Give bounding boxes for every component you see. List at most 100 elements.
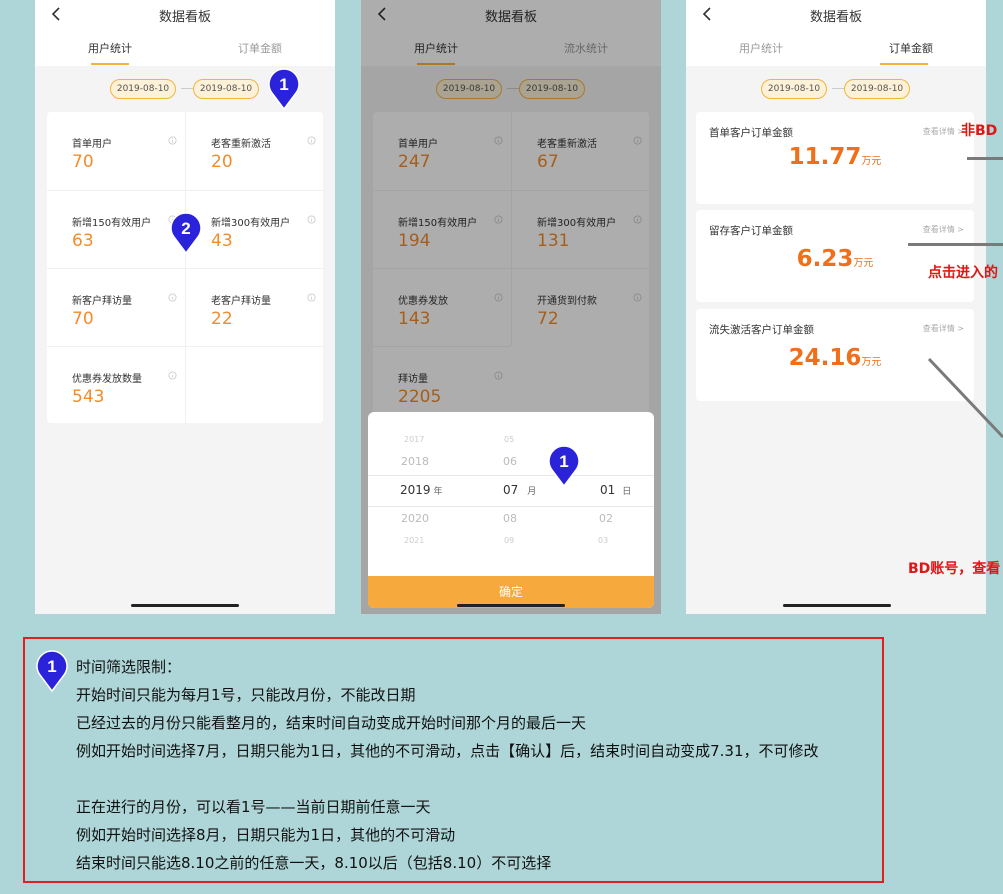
- metric-cell: 新增150有效用户 63: [47, 190, 185, 268]
- picker-day-option[interactable]: 03: [598, 536, 608, 545]
- metric-cell: 老客户拜访量 22: [185, 268, 323, 346]
- metric-value: 70: [72, 152, 94, 172]
- metric-cell: 优惠券发放数量 543: [47, 346, 185, 424]
- date-picker-sheet: 2017 2018 2019 年 2020 2021 05 06 07 月 08 0…: [368, 412, 654, 608]
- picker-year-unit: 年: [433, 487, 443, 497]
- metric-cell: 首单用户 70: [47, 112, 185, 190]
- home-indicator: [457, 604, 565, 607]
- annotation-label: 点击进入的: [928, 265, 998, 281]
- metric-label: 老客户拜访量: [211, 296, 271, 307]
- picker-month-selected[interactable]: 07 月: [503, 483, 536, 497]
- amount-unit: 万元: [861, 156, 882, 167]
- amount-value: 24.16: [788, 345, 862, 371]
- tab-user-stats[interactable]: 用户统计: [686, 40, 836, 56]
- amount-value: 6.23: [796, 246, 854, 272]
- svg-text:2: 2: [181, 219, 190, 238]
- card-amount: 11.77万元: [696, 144, 974, 170]
- annotation-connector-line: [908, 243, 1003, 246]
- metric-value: 543: [72, 387, 105, 407]
- metric-value: 70: [72, 309, 94, 329]
- view-details-link[interactable]: 查看详情 >: [923, 323, 964, 334]
- info-icon[interactable]: [307, 293, 316, 302]
- picker-month-option[interactable]: 08: [503, 512, 517, 525]
- end-date-pill[interactable]: 2019-08-10: [193, 79, 259, 99]
- tab-user-stats[interactable]: 用户统计: [35, 40, 185, 56]
- picker-selection-line: [368, 475, 654, 476]
- metric-grid: 首单用户 70 老客重新激活 20 新增150有效用户 63 新增300有效用户…: [47, 112, 323, 424]
- note-line: 结束时间只能选8.10之前的任意一天，8.10以后（包括8.10）不可选择: [76, 854, 552, 872]
- picker-selection-line: [368, 506, 654, 507]
- annotation-label: BD账号，查看: [908, 561, 1001, 577]
- page-title: 数据看板: [809, 10, 862, 25]
- start-date-pill[interactable]: 2019-08-10: [761, 79, 827, 99]
- tab-bar: 用户统计 订单金额: [35, 28, 335, 66]
- picker-year-option[interactable]: 2021: [404, 536, 424, 545]
- nav-bar: 数据看板: [35, 0, 335, 28]
- active-tab-underline: [880, 63, 928, 65]
- picker-month-value: 07: [503, 483, 519, 497]
- tab-bar: 用户统计 订单金额: [686, 28, 986, 66]
- tab-order-amount[interactable]: 订单金额: [836, 40, 986, 56]
- note-line: 开始时间只能为每月1号，只能改月份，不能改日期: [76, 686, 416, 704]
- amount-value: 11.77: [788, 144, 862, 170]
- picker-day-selected[interactable]: 01 日: [600, 483, 631, 497]
- amount-unit: 万元: [861, 357, 882, 368]
- numbered-marker-icon: 1: [268, 68, 300, 110]
- picker-day-unit: 日: [622, 487, 632, 497]
- metric-cell: 新增300有效用户 43: [185, 190, 323, 268]
- start-date-pill[interactable]: 2019-08-10: [110, 79, 176, 99]
- picker-year-option[interactable]: 2018: [401, 455, 429, 468]
- info-icon[interactable]: [168, 136, 177, 145]
- picker-year-option[interactable]: 2020: [401, 512, 429, 525]
- annotation-label: 非BD: [961, 123, 998, 139]
- date-separator: [181, 88, 193, 89]
- picker-year-selected[interactable]: 2019 年: [400, 483, 443, 497]
- metric-value: 20: [211, 152, 233, 172]
- note-line: 例如开始时间选择7月，日期只能为1日，其他的不可滑动，点击【确认】后，结束时间自…: [76, 742, 819, 760]
- date-separator: [832, 88, 844, 89]
- picker-month-unit: 月: [527, 487, 537, 497]
- screen-date-picker: 数据看板 用户统计 流水统计 2019-08-10 2019-08-10 首单用…: [361, 0, 661, 614]
- picker-day-value: 01: [600, 483, 616, 497]
- amount-unit: 万元: [853, 258, 874, 269]
- picker-month-option[interactable]: 05: [504, 435, 514, 444]
- nav-bar: 数据看板: [686, 0, 986, 28]
- picker-year-option[interactable]: 2017: [404, 435, 424, 444]
- numbered-marker-icon: 2: [170, 212, 202, 254]
- card-title: 首单客户订单金额: [709, 127, 793, 139]
- info-icon[interactable]: [307, 136, 316, 145]
- metric-label: 新客户拜访量: [72, 296, 132, 307]
- requirements-note-box: 1 时间筛选限制： 开始时间只能为每月1号，只能改月份，不能改日期 已经过去的月…: [23, 637, 884, 883]
- svg-text:1: 1: [47, 657, 56, 676]
- metric-label: 优惠券发放数量: [72, 374, 142, 385]
- numbered-marker-icon: 1: [548, 445, 580, 487]
- metric-label: 老客重新激活: [211, 139, 271, 150]
- picker-day-option[interactable]: 02: [599, 512, 613, 525]
- metric-cell: 老客重新激活 20: [185, 112, 323, 190]
- order-amount-card[interactable]: 留存客户订单金额 查看详情 > 6.23万元: [696, 210, 974, 302]
- metric-label: 首单用户: [72, 139, 112, 150]
- info-icon[interactable]: [168, 293, 177, 302]
- svg-text:1: 1: [559, 452, 568, 471]
- note-line: 时间筛选限制：: [76, 658, 182, 676]
- annotation-connector-diagonal: [927, 357, 1003, 439]
- tab-order-amount[interactable]: 订单金额: [185, 40, 335, 56]
- home-indicator: [131, 604, 239, 607]
- metric-cell: 新客户拜访量 70: [47, 268, 185, 346]
- annotation-connector-line: [967, 157, 1003, 160]
- metric-label: 新增150有效用户: [72, 218, 152, 229]
- view-details-link[interactable]: 查看详情 >: [923, 224, 964, 235]
- picker-year-value: 2019: [400, 483, 431, 497]
- info-icon[interactable]: [168, 371, 177, 380]
- end-date-pill[interactable]: 2019-08-10: [844, 79, 910, 99]
- active-tab-underline: [91, 63, 129, 65]
- picker-month-option[interactable]: 09: [504, 536, 514, 545]
- picker-month-option[interactable]: 06: [503, 455, 517, 468]
- card-title: 流失激活客户订单金额: [709, 324, 814, 336]
- order-amount-card[interactable]: 首单客户订单金额 查看详情 > 11.77万元: [696, 112, 974, 204]
- info-icon[interactable]: [307, 215, 316, 224]
- metric-value: 63: [72, 231, 94, 251]
- metric-label: 新增300有效用户: [211, 218, 291, 229]
- view-details-link[interactable]: 查看详情 >: [923, 126, 964, 137]
- card-title: 留存客户订单金额: [709, 225, 793, 237]
